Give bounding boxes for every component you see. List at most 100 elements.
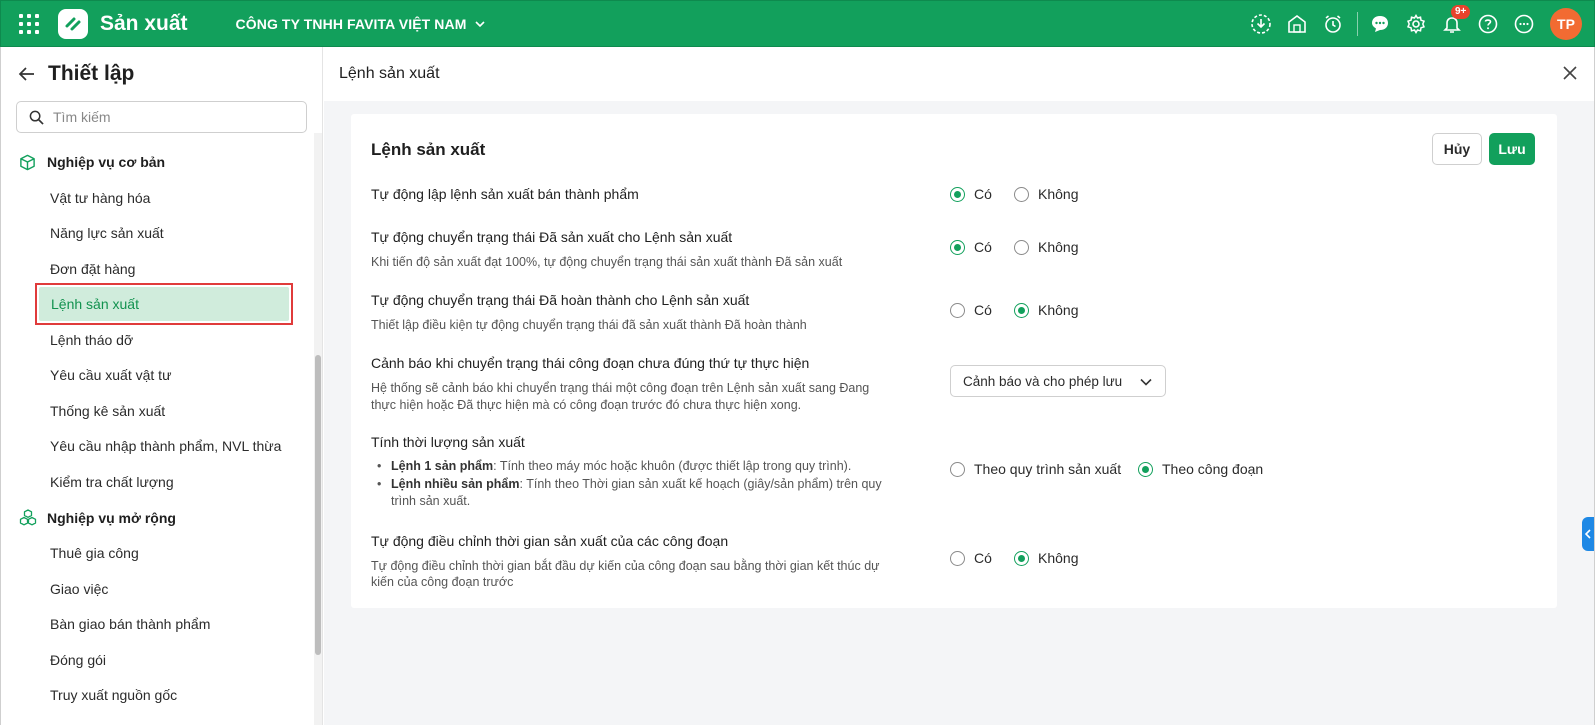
list-item: Lệnh nhiều sản phẩm: Tính theo Thời gian… [371, 476, 891, 510]
setting-description: Thiết lập điều kiện tự động chuyển trạng… [371, 318, 807, 332]
radio-option-khong[interactable]: Không [1014, 239, 1078, 255]
avatar[interactable]: TP [1550, 7, 1582, 40]
gear-icon[interactable] [1404, 12, 1428, 36]
sidebar-item-vat-tu-hang-hoa[interactable]: Vật tư hàng hóa [1, 180, 315, 216]
radio-option-khong[interactable]: Không [1014, 302, 1078, 318]
sidebar-header: Thiết lập [1, 47, 322, 101]
radio-button-selected[interactable] [1014, 550, 1029, 566]
sidebar-search [16, 101, 307, 133]
app-title: Sản xuất [100, 11, 188, 35]
sidebar-group-basic[interactable]: Nghiệp vụ cơ bản [1, 144, 315, 180]
download-icon[interactable] [1249, 12, 1273, 36]
sidebar-item-lenh-san-xuat-wrap: Lệnh sản xuất [1, 283, 315, 326]
cube-icon [19, 153, 37, 171]
sidebar-item-kiem-tra-chat-luong[interactable]: Kiểm tra chất lượng [1, 464, 315, 500]
radio-label: Có [974, 186, 992, 202]
cubes-icon [19, 508, 37, 527]
setting-description-line1: Hệ thống sẽ cảnh báo khi chuyển trạng th… [371, 381, 870, 395]
list-item: Lệnh 1 sản phẩm: Tính theo máy móc hoặc … [371, 458, 891, 475]
scrollbar-thumb[interactable] [315, 355, 321, 655]
more-icon[interactable] [1512, 12, 1536, 36]
sidebar-item-lenh-san-xuat[interactable]: Lệnh sản xuất [39, 287, 289, 322]
radio-button-selected[interactable] [950, 186, 965, 202]
radio-label: Không [1038, 239, 1079, 255]
radio-label: Theo quy trình sản xuất [974, 461, 1122, 477]
sidebar-item-don-dat-hang[interactable]: Đơn đặt hàng [1, 251, 315, 287]
radio-option-co[interactable]: Có [950, 186, 992, 202]
setting-title: Cảnh báo khi chuyển trạng thái công đoạn… [371, 355, 810, 371]
sidebar-item-thue-gia-cong[interactable]: Thuê gia công [1, 536, 315, 572]
setting-title: Tự động điều chỉnh thời gian sản xuất củ… [371, 533, 729, 549]
setting-title: Tính thời lượng sản xuất [371, 434, 525, 450]
chevron-down-icon [475, 20, 486, 27]
radio-button-selected[interactable] [950, 239, 965, 255]
sidebar-group-extended[interactable]: Nghiệp vụ mở rộng [1, 500, 315, 536]
settings-card: Lệnh sản xuất Hủy Lưu Tự động lập lệnh s… [351, 114, 1557, 608]
cancel-button[interactable]: Hủy [1432, 133, 1482, 165]
sidebar-title: Thiết lập [48, 62, 135, 85]
sidebar-item-thong-ke-san-xuat[interactable]: Thống kê sản xuất [1, 393, 315, 429]
close-icon[interactable] [1562, 65, 1578, 81]
sidebar-item-nang-luc-san-xuat[interactable]: Năng lực sản xuất [1, 216, 315, 252]
sidebar-item-dong-goi[interactable]: Đóng gói [1, 642, 315, 678]
sidebar-item-truy-xuat-nguon-goc[interactable]: Truy xuất nguồn gốc [1, 678, 315, 714]
radio-label: Có [974, 302, 992, 318]
rule-label: Lệnh nhiều sản phẩm [391, 477, 520, 491]
radio-option-theo-quy-trinh[interactable]: Theo quy trình sản xuất [950, 461, 1121, 477]
app-logo-icon [58, 8, 88, 39]
rule-text: : Tính theo Thời gian sản xuất kế hoạch … [519, 477, 882, 491]
alarm-clock-icon[interactable] [1321, 12, 1345, 36]
radio-button[interactable] [1014, 239, 1029, 255]
bell-icon[interactable]: 9+ [1440, 4, 1471, 36]
help-icon[interactable] [1476, 12, 1500, 36]
search-input[interactable] [53, 109, 293, 125]
side-collapse-tab[interactable] [1582, 517, 1594, 551]
warehouse-icon[interactable] [1285, 12, 1309, 36]
sidebar-group-label: Nghiệp vụ mở rộng [47, 509, 176, 526]
chat-icon[interactable] [1368, 12, 1392, 36]
app-grid-icon[interactable] [16, 11, 42, 37]
radio-button[interactable] [950, 302, 965, 318]
sidebar-item-yeu-cau-nhap-thanh-pham[interactable]: Yêu cầu nhập thành phẩm, NVL thừa [1, 429, 315, 465]
search-icon [29, 110, 44, 125]
radio-label: Không [1038, 302, 1079, 318]
sidebar-item-ban-giao-ban-thanh-pham[interactable]: Bàn giao bán thành phẩm [1, 607, 315, 643]
sidebar-scrollbar[interactable] [314, 133, 322, 725]
company-selector[interactable]: CÔNG TY TNHH FAVITA VIỆT NAM [236, 16, 487, 32]
save-button[interactable]: Lưu [1489, 133, 1535, 165]
panel-title: Lệnh sản xuất [339, 65, 440, 82]
sidebar-item-yeu-cau-xuat-vat-tu[interactable]: Yêu cầu xuất vật tư [1, 358, 315, 394]
radio-label: Có [974, 239, 992, 255]
setting-description-line2: kiến của công đoạn trước [371, 575, 514, 589]
setting-title: Tự động chuyển trạng thái Đã sản xuất ch… [371, 229, 733, 245]
warning-mode-select[interactable]: Cảnh báo và cho phép lưu [950, 365, 1166, 397]
duration-rules-list: Lệnh 1 sản phẩm: Tính theo máy móc hoặc … [371, 458, 891, 511]
chevron-left-icon [1584, 529, 1591, 539]
top-bar: Sản xuất CÔNG TY TNHH FAVITA VIỆT NAM 9+ [0, 0, 1595, 47]
radio-button[interactable] [950, 461, 965, 477]
radio-label: Không [1038, 186, 1079, 202]
radio-option-theo-cong-doan[interactable]: Theo công đoạn [1138, 461, 1263, 477]
sidebar-item-lenh-thao-do[interactable]: Lệnh tháo dỡ [1, 322, 315, 358]
main-panel: Lệnh sản xuất Lệnh sản xuất Hủy Lưu Tự đ… [324, 47, 1595, 725]
radio-button-selected[interactable] [1138, 461, 1153, 477]
company-name: CÔNG TY TNHH FAVITA VIỆT NAM [235, 15, 467, 32]
sidebar-item-giao-viec[interactable]: Giao việc [1, 571, 315, 607]
radio-button[interactable] [1014, 186, 1029, 202]
setting-title: Tự động chuyển trạng thái Đã hoàn thành … [371, 292, 750, 308]
back-arrow-icon[interactable] [17, 63, 39, 85]
radio-button-selected[interactable] [1014, 302, 1029, 318]
radio-option-co[interactable]: Có [950, 239, 992, 255]
radio-button[interactable] [950, 550, 965, 566]
rule-label: Lệnh 1 sản phẩm [391, 459, 494, 473]
radio-label: Theo công đoạn [1162, 461, 1264, 477]
radio-option-co[interactable]: Có [950, 302, 992, 318]
card-title: Lệnh sản xuất [371, 140, 486, 159]
setting-description-line1: Tự động điều chỉnh thời gian bắt đầu dự … [371, 559, 880, 573]
radio-label: Không [1038, 550, 1079, 566]
radio-option-khong[interactable]: Không [1014, 186, 1078, 202]
radio-option-co[interactable]: Có [950, 550, 992, 566]
setting-description: Khi tiến độ sản xuất đạt 100%, tự động c… [371, 255, 843, 269]
panel-header: Lệnh sản xuất [324, 47, 1594, 101]
radio-option-khong[interactable]: Không [1014, 550, 1078, 566]
